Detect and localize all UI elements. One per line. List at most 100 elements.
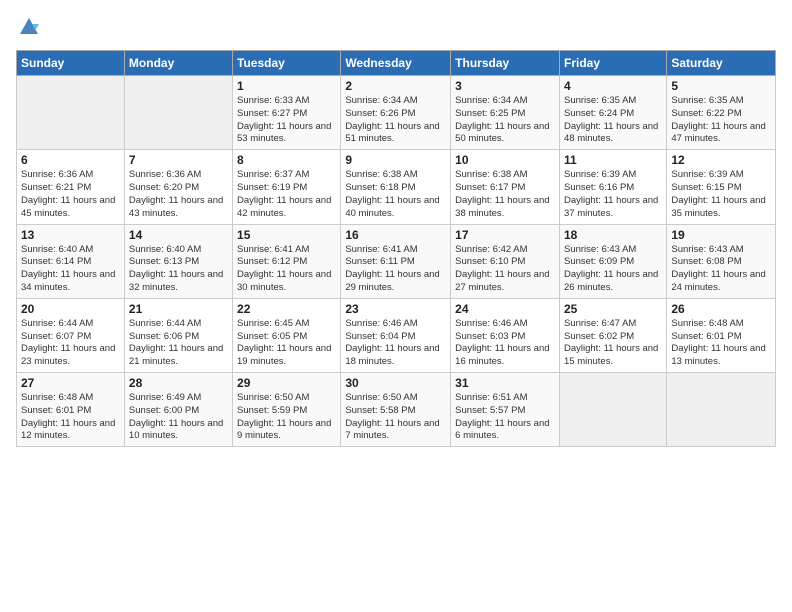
day-number: 21 [129, 302, 228, 316]
calendar-cell: 16 Sunrise: 6:41 AM Sunset: 6:11 PM Dayli… [341, 224, 451, 298]
calendar-cell: 5 Sunrise: 6:35 AM Sunset: 6:22 PM Daylig… [667, 76, 776, 150]
day-info: Sunrise: 6:40 AM Sunset: 6:13 PM Dayligh… [129, 244, 228, 295]
weekday-header-sunday: Sunday [17, 51, 125, 76]
page-header [16, 16, 776, 38]
calendar-cell: 18 Sunrise: 6:43 AM Sunset: 6:09 PM Dayli… [559, 224, 666, 298]
day-number: 7 [129, 153, 228, 167]
day-number: 29 [237, 376, 336, 390]
day-info: Sunrise: 6:43 AM Sunset: 6:08 PM Dayligh… [671, 244, 771, 295]
day-number: 22 [237, 302, 336, 316]
day-info: Sunrise: 6:47 AM Sunset: 6:02 PM Dayligh… [564, 318, 662, 369]
day-number: 23 [345, 302, 446, 316]
day-number: 25 [564, 302, 662, 316]
day-info: Sunrise: 6:48 AM Sunset: 6:01 PM Dayligh… [671, 318, 771, 369]
calendar-cell: 21 Sunrise: 6:44 AM Sunset: 6:06 PM Dayli… [124, 298, 232, 372]
calendar-cell: 1Sunrise: 6:33 AM Sunset: 6:27 PM Daylig… [233, 76, 341, 150]
day-info: Sunrise: 6:41 AM Sunset: 6:12 PM Dayligh… [237, 244, 336, 295]
day-number: 1 [237, 79, 336, 93]
day-info: Sunrise: 6:35 AM Sunset: 6:22 PM Dayligh… [671, 95, 771, 146]
calendar-cell: 15 Sunrise: 6:41 AM Sunset: 6:12 PM Dayli… [233, 224, 341, 298]
calendar-cell [124, 76, 232, 150]
day-number: 28 [129, 376, 228, 390]
day-info: Sunrise: 6:34 AM Sunset: 6:25 PM Dayligh… [455, 95, 555, 146]
calendar-week-1: 1Sunrise: 6:33 AM Sunset: 6:27 PM Daylig… [17, 76, 776, 150]
calendar-cell: 3 Sunrise: 6:34 AM Sunset: 6:25 PM Daylig… [451, 76, 560, 150]
calendar-cell: 14 Sunrise: 6:40 AM Sunset: 6:13 PM Dayli… [124, 224, 232, 298]
day-info: Sunrise: 6:48 AM Sunset: 6:01 PM Dayligh… [21, 392, 120, 443]
day-number: 31 [455, 376, 555, 390]
calendar-cell: 17Sunrise: 6:42 AM Sunset: 6:10 PM Dayli… [451, 224, 560, 298]
weekday-header-monday: Monday [124, 51, 232, 76]
day-info: Sunrise: 6:49 AM Sunset: 6:00 PM Dayligh… [129, 392, 228, 443]
day-info: Sunrise: 6:40 AM Sunset: 6:14 PM Dayligh… [21, 244, 120, 295]
calendar-week-3: 13 Sunrise: 6:40 AM Sunset: 6:14 PM Dayli… [17, 224, 776, 298]
day-info: Sunrise: 6:36 AM Sunset: 6:20 PM Dayligh… [129, 169, 228, 220]
day-info: Sunrise: 6:34 AM Sunset: 6:26 PM Dayligh… [345, 95, 446, 146]
calendar-cell: 10 Sunrise: 6:38 AM Sunset: 6:17 PM Dayli… [451, 150, 560, 224]
day-number: 26 [671, 302, 771, 316]
calendar-cell: 31 Sunrise: 6:51 AM Sunset: 5:57 PM Dayli… [451, 373, 560, 447]
calendar-cell: 12 Sunrise: 6:39 AM Sunset: 6:15 PM Dayli… [667, 150, 776, 224]
calendar-cell: 29 Sunrise: 6:50 AM Sunset: 5:59 PM Dayli… [233, 373, 341, 447]
calendar-cell: 24 Sunrise: 6:46 AM Sunset: 6:03 PM Dayli… [451, 298, 560, 372]
day-number: 9 [345, 153, 446, 167]
calendar-week-5: 27Sunrise: 6:48 AM Sunset: 6:01 PM Dayli… [17, 373, 776, 447]
calendar-cell: 2 Sunrise: 6:34 AM Sunset: 6:26 PM Daylig… [341, 76, 451, 150]
day-number: 14 [129, 228, 228, 242]
day-info: Sunrise: 6:35 AM Sunset: 6:24 PM Dayligh… [564, 95, 662, 146]
day-info: Sunrise: 6:41 AM Sunset: 6:11 PM Dayligh… [345, 244, 446, 295]
weekday-header-friday: Friday [559, 51, 666, 76]
weekday-header-wednesday: Wednesday [341, 51, 451, 76]
day-info: Sunrise: 6:38 AM Sunset: 6:17 PM Dayligh… [455, 169, 555, 220]
day-number: 16 [345, 228, 446, 242]
calendar-cell: 23 Sunrise: 6:46 AM Sunset: 6:04 PM Dayli… [341, 298, 451, 372]
day-info: Sunrise: 6:38 AM Sunset: 6:18 PM Dayligh… [345, 169, 446, 220]
day-number: 20 [21, 302, 120, 316]
day-info: Sunrise: 6:46 AM Sunset: 6:03 PM Dayligh… [455, 318, 555, 369]
weekday-header-saturday: Saturday [667, 51, 776, 76]
day-info: Sunrise: 6:50 AM Sunset: 5:59 PM Dayligh… [237, 392, 336, 443]
day-info: Sunrise: 6:37 AM Sunset: 6:19 PM Dayligh… [237, 169, 336, 220]
day-info: Sunrise: 6:39 AM Sunset: 6:15 PM Dayligh… [671, 169, 771, 220]
calendar-cell [17, 76, 125, 150]
day-number: 2 [345, 79, 446, 93]
calendar-cell: 26 Sunrise: 6:48 AM Sunset: 6:01 PM Dayli… [667, 298, 776, 372]
logo [16, 16, 40, 38]
day-number: 24 [455, 302, 555, 316]
calendar-week-4: 20 Sunrise: 6:44 AM Sunset: 6:07 PM Dayli… [17, 298, 776, 372]
weekday-header-tuesday: Tuesday [233, 51, 341, 76]
day-info: Sunrise: 6:43 AM Sunset: 6:09 PM Dayligh… [564, 244, 662, 295]
day-number: 11 [564, 153, 662, 167]
calendar-cell: 8 Sunrise: 6:37 AM Sunset: 6:19 PM Daylig… [233, 150, 341, 224]
calendar-cell: 28 Sunrise: 6:49 AM Sunset: 6:00 PM Dayli… [124, 373, 232, 447]
calendar-cell: 6Sunrise: 6:36 AM Sunset: 6:21 PM Daylig… [17, 150, 125, 224]
day-info: Sunrise: 6:45 AM Sunset: 6:05 PM Dayligh… [237, 318, 336, 369]
day-number: 4 [564, 79, 662, 93]
calendar-cell: 25 Sunrise: 6:47 AM Sunset: 6:02 PM Dayli… [559, 298, 666, 372]
day-number: 18 [564, 228, 662, 242]
day-info: Sunrise: 6:46 AM Sunset: 6:04 PM Dayligh… [345, 318, 446, 369]
day-number: 12 [671, 153, 771, 167]
calendar-cell: 30Sunrise: 6:50 AM Sunset: 5:58 PM Dayli… [341, 373, 451, 447]
day-info: Sunrise: 6:44 AM Sunset: 6:06 PM Dayligh… [129, 318, 228, 369]
calendar-week-2: 6Sunrise: 6:36 AM Sunset: 6:21 PM Daylig… [17, 150, 776, 224]
calendar-cell: 4 Sunrise: 6:35 AM Sunset: 6:24 PM Daylig… [559, 76, 666, 150]
calendar-cell: 11 Sunrise: 6:39 AM Sunset: 6:16 PM Dayli… [559, 150, 666, 224]
day-number: 19 [671, 228, 771, 242]
day-number: 15 [237, 228, 336, 242]
day-number: 13 [21, 228, 120, 242]
day-number: 30 [345, 376, 446, 390]
day-number: 3 [455, 79, 555, 93]
day-number: 8 [237, 153, 336, 167]
calendar-cell: 20 Sunrise: 6:44 AM Sunset: 6:07 PM Dayli… [17, 298, 125, 372]
day-info: Sunrise: 6:39 AM Sunset: 6:16 PM Dayligh… [564, 169, 662, 220]
calendar-cell [559, 373, 666, 447]
calendar-cell: 7 Sunrise: 6:36 AM Sunset: 6:20 PM Daylig… [124, 150, 232, 224]
logo-icon [18, 16, 40, 38]
day-info: Sunrise: 6:51 AM Sunset: 5:57 PM Dayligh… [455, 392, 555, 443]
day-number: 10 [455, 153, 555, 167]
day-number: 5 [671, 79, 771, 93]
weekday-header-row: SundayMondayTuesdayWednesdayThursdayFrid… [17, 51, 776, 76]
calendar-cell: 22 Sunrise: 6:45 AM Sunset: 6:05 PM Dayli… [233, 298, 341, 372]
day-info: Sunrise: 6:44 AM Sunset: 6:07 PM Dayligh… [21, 318, 120, 369]
